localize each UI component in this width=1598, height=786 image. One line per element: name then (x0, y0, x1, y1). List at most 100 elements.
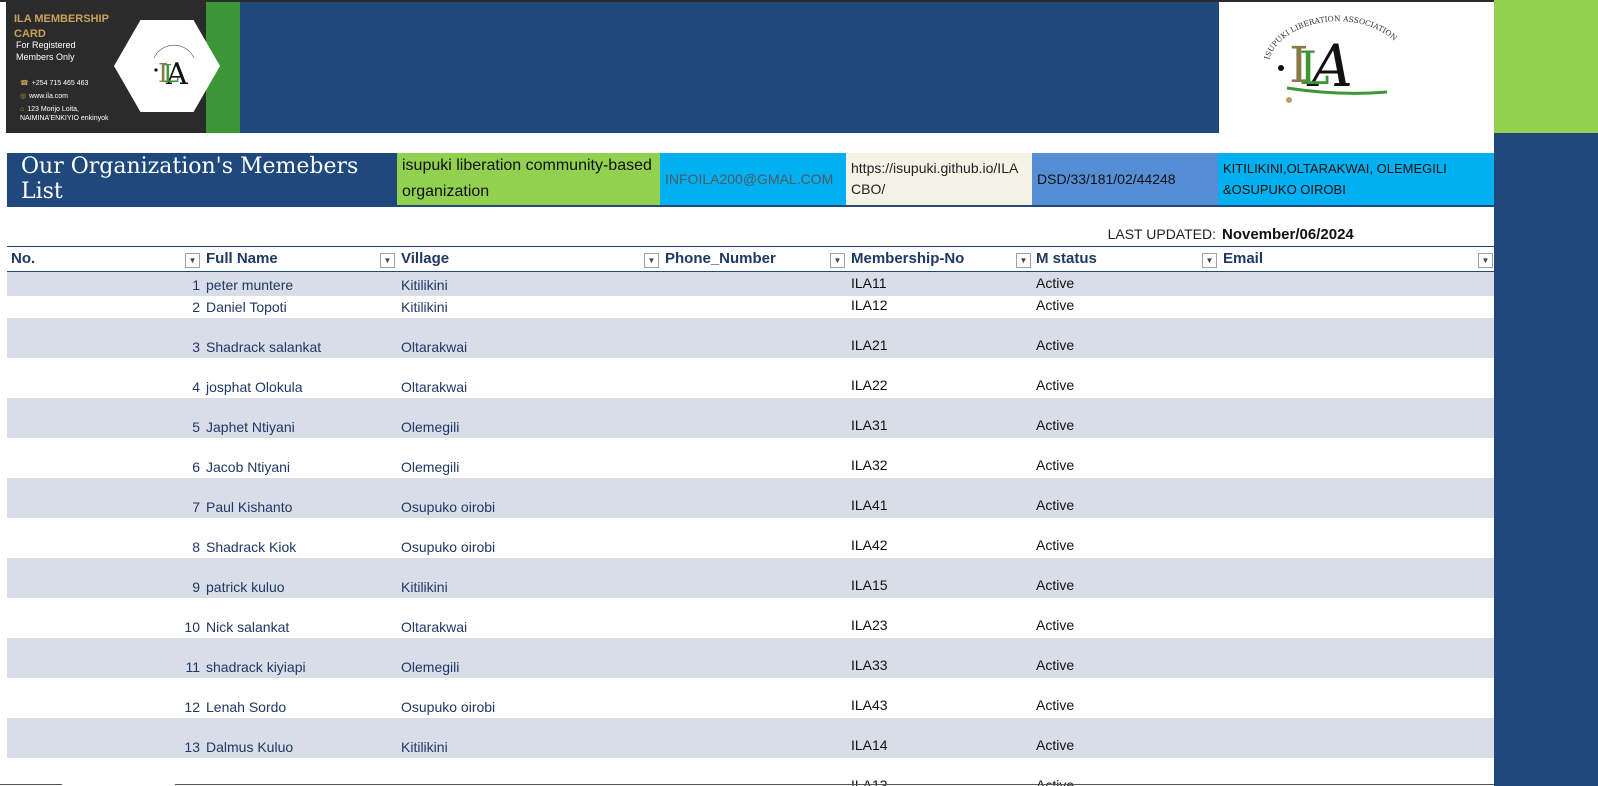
cell-membership-no[interactable]: ILA31 (851, 417, 1031, 433)
cell-full-name[interactable]: peter muntere (206, 277, 396, 293)
filter-dropdown-icon[interactable]: ▼ (830, 253, 845, 268)
cell-m-status[interactable]: Active (1036, 497, 1216, 513)
cell-full-name[interactable]: shadrack kiyiapi (206, 659, 396, 675)
membership-card-image[interactable]: ILA MEMBERSHIP CARD For Registered Membe… (6, 2, 240, 133)
table-row[interactable]: 4 josphat Olokula Oltarakwai ILA22 Active (7, 358, 1494, 398)
cell-full-name[interactable]: Shadrack salankat (206, 339, 396, 355)
registration-number-cell[interactable]: DSD/33/181/02/44248 (1032, 153, 1218, 205)
association-logo[interactable]: ISUPUKI LIBERATION ASSOCIATION I A L (1219, 2, 1494, 133)
cell-full-name[interactable]: Dalmus Kuluo (206, 739, 396, 755)
table-row[interactable]: 2 Daniel Topoti Kitilikini ILA12 Active (7, 296, 1494, 318)
cell-membership-no[interactable]: ILA43 (851, 697, 1031, 713)
org-email-cell[interactable]: INFOILA200@GMAL.COM (660, 153, 846, 205)
cell-membership-no[interactable]: ILA15 (851, 577, 1031, 593)
cell-membership-no[interactable]: ILA42 (851, 537, 1031, 553)
cell-no[interactable]: 5 (7, 419, 200, 435)
filter-dropdown-icon[interactable]: ▼ (1478, 253, 1493, 268)
cell-m-status[interactable]: Active (1036, 275, 1216, 291)
cell-no[interactable]: 7 (7, 499, 200, 515)
cell-m-status[interactable]: Active (1036, 737, 1216, 753)
table-row[interactable]: 3 Shadrack salankat Oltarakwai ILA21 Active (7, 318, 1494, 358)
table-row[interactable]: 7 Paul Kishanto Osupuko oirobi ILA41 Active (7, 478, 1494, 518)
cell-village[interactable]: Kitilikini (401, 579, 659, 595)
cell-membership-no[interactable]: ILA12 (851, 297, 1031, 313)
table-row[interactable]: 8 Shadrack Kiok Osupuko oirobi ILA42 Active (7, 518, 1494, 558)
column-header-email[interactable]: Email (1223, 247, 1263, 271)
cell-no[interactable]: 10 (7, 619, 200, 635)
cell-no[interactable]: 2 (7, 299, 200, 315)
cell-no[interactable]: 3 (7, 339, 200, 355)
cell-village[interactable]: Osupuko oirobi (401, 699, 659, 715)
column-header-m-status[interactable]: M status (1036, 247, 1097, 271)
table-row[interactable]: 1 peter muntere Kitilikini ILA11 Active (7, 272, 1494, 296)
table-row[interactable]: 11 shadrack kiyiapi Olemegili ILA33 Active (7, 638, 1494, 678)
column-header-village[interactable]: Village (401, 247, 449, 271)
cell-membership-no[interactable]: ILA14 (851, 737, 1031, 753)
cell-village[interactable]: Kitilikini (401, 739, 659, 755)
cell-village[interactable]: Osupuko oirobi (401, 499, 659, 515)
table-row[interactable]: 6 Jacob Ntiyani Olemegili ILA32 Active (7, 438, 1494, 478)
cell-no[interactable]: 4 (7, 379, 200, 395)
org-name-cell[interactable]: isupuki liberation community-based organ… (397, 153, 660, 205)
table-row[interactable]: 9 patrick kuluo Kitilikini ILA15 Active (7, 558, 1494, 598)
cell-membership-no[interactable]: ILA33 (851, 657, 1031, 673)
cell-m-status[interactable]: Active (1036, 457, 1216, 473)
table-row[interactable]: 5 Japhet Ntiyani Olemegili ILA31 Active (7, 398, 1494, 438)
cell-m-status[interactable]: Active (1036, 577, 1216, 593)
column-header-no[interactable]: No. (11, 247, 35, 271)
cell-membership-no[interactable]: ILA21 (851, 337, 1031, 353)
column-header-phone-number[interactable]: Phone_Number (665, 247, 776, 271)
cell-full-name[interactable]: Paul Kishanto (206, 499, 396, 515)
filter-dropdown-icon[interactable]: ▼ (1202, 253, 1217, 268)
cell-village[interactable]: Osupuko oirobi (401, 539, 659, 555)
cell-full-name[interactable]: Daniel Topoti (206, 299, 396, 315)
column-header-full-name[interactable]: Full Name (206, 247, 278, 271)
cell-m-status[interactable]: Active (1036, 617, 1216, 633)
cell-village[interactable]: Olemegili (401, 459, 659, 475)
cell-no[interactable]: 8 (7, 539, 200, 555)
cell-no[interactable]: 11 (7, 659, 200, 675)
cell-membership-no[interactable]: ILA23 (851, 617, 1031, 633)
cell-no[interactable]: 13 (7, 739, 200, 755)
cell-village[interactable]: Olemegili (401, 419, 659, 435)
cell-m-status[interactable]: Active (1036, 337, 1216, 353)
cell-full-name[interactable]: Lenah Sordo (206, 699, 396, 715)
cell-m-status[interactable]: Active (1036, 417, 1216, 433)
cell-m-status[interactable]: Active (1036, 377, 1216, 393)
cell-village[interactable]: Olemegili (401, 659, 659, 675)
cell-village[interactable]: Oltarakwai (401, 379, 659, 395)
cell-full-name[interactable]: Nick salankat (206, 619, 396, 635)
cell-membership-no[interactable]: ILA32 (851, 457, 1031, 473)
cell-m-status[interactable]: Active (1036, 537, 1216, 553)
filter-active-icon[interactable]: ▼ (185, 253, 200, 268)
table-row[interactable]: 13 Dalmus Kuluo Kitilikini ILA14 Active (7, 718, 1494, 758)
cell-village[interactable]: Oltarakwai (401, 339, 659, 355)
cell-no[interactable]: 6 (7, 459, 200, 475)
last-updated-value[interactable]: November/06/2024 (1222, 226, 1354, 243)
cell-membership-no[interactable]: ILA11 (851, 275, 1031, 291)
table-row[interactable]: 10 Nick salankat Oltarakwai ILA23 Active (7, 598, 1494, 638)
filter-dropdown-icon[interactable]: ▼ (380, 253, 395, 268)
villages-cell[interactable]: KITILIKINI,OLTARAKWAI, OLEMEGILI &OSUPUK… (1218, 153, 1494, 205)
cell-village[interactable]: Oltarakwai (401, 619, 659, 635)
filter-dropdown-icon[interactable]: ▼ (644, 253, 659, 268)
cell-full-name[interactable]: patrick kuluo (206, 579, 396, 595)
cell-full-name[interactable]: Japhet Ntiyani (206, 419, 396, 435)
column-header-membership-no[interactable]: Membership-No (851, 247, 964, 271)
cell-no[interactable]: 12 (7, 699, 200, 715)
cell-m-status[interactable]: Active (1036, 697, 1216, 713)
cell-village[interactable]: Kitilikini (401, 277, 659, 293)
cell-village[interactable]: Kitilikini (401, 299, 659, 315)
cell-no[interactable]: 9 (7, 579, 200, 595)
table-row[interactable]: ILA13 Active (7, 758, 1494, 786)
cell-no[interactable]: 1 (7, 277, 200, 293)
cell-full-name[interactable]: Shadrack Kiok (206, 539, 396, 555)
org-url-cell[interactable]: https://isupuki.github.io/ILACBO/ (846, 153, 1032, 205)
table-row[interactable]: 12 Lenah Sordo Osupuko oirobi ILA43 Active (7, 678, 1494, 718)
cell-full-name[interactable]: josphat Olokula (206, 379, 396, 395)
filter-dropdown-icon[interactable]: ▼ (1016, 253, 1031, 268)
cell-m-status[interactable]: Active (1036, 297, 1216, 313)
cell-membership-no[interactable]: ILA41 (851, 497, 1031, 513)
cell-full-name[interactable]: Jacob Ntiyani (206, 459, 396, 475)
cell-membership-no[interactable]: ILA22 (851, 377, 1031, 393)
